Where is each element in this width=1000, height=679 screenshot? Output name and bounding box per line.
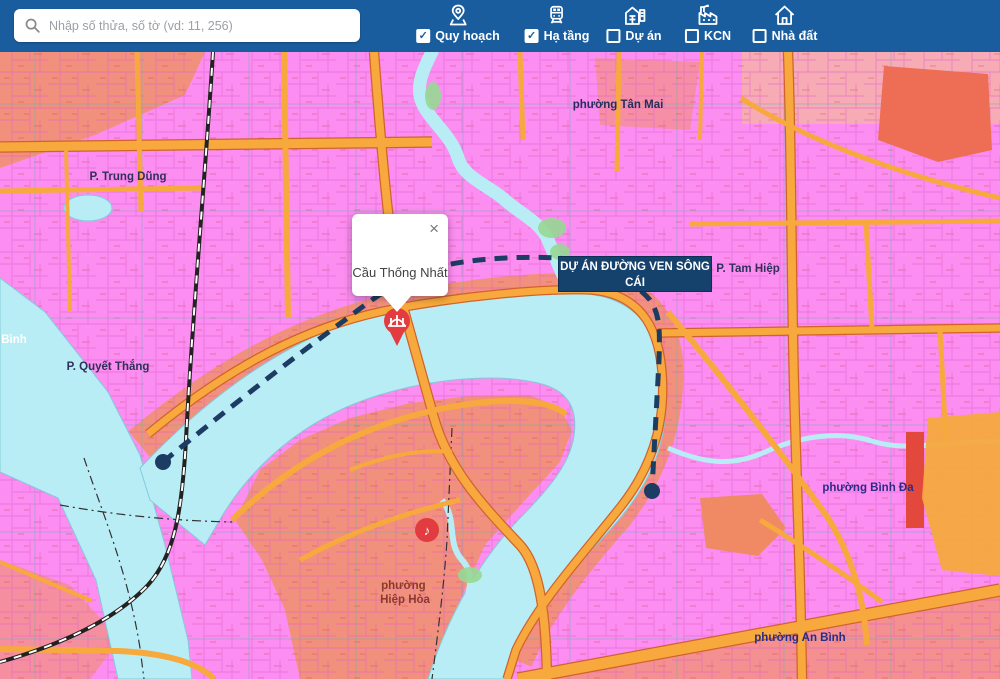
ward-label-binh-partial: Bình: [1, 334, 27, 346]
project-label[interactable]: DỰ ÁN ĐƯỜNG VEN SÔNG CÁI: [558, 256, 712, 292]
train-icon: [546, 3, 568, 27]
music-note-icon: ♪: [424, 523, 431, 538]
pond: [64, 195, 112, 221]
nha-dat-checkbox[interactable]: [753, 29, 767, 43]
toolbar-item-nha-dat[interactable]: Nhà đất: [753, 3, 818, 43]
quy-hoach-label: Quy hoạch: [435, 29, 500, 43]
top-toolbar: ✓ Quy hoạch ✓ Hạ tầng: [0, 0, 1000, 52]
kcn-label: KCN: [704, 29, 731, 43]
planning-pin-icon: [446, 3, 470, 27]
route-endpoint-dot-east[interactable]: [644, 483, 660, 499]
toolbar-item-ha-tang[interactable]: ✓ Hạ tầng: [525, 3, 590, 43]
ha-tang-label: Hạ tầng: [544, 29, 590, 43]
ward-label-quyet-thang: P. Quyết Thắng: [67, 360, 150, 373]
toolbar-item-kcn[interactable]: KCN: [685, 3, 731, 43]
toolbar-item-quy-hoach[interactable]: ✓ Quy hoạch: [416, 3, 500, 43]
project-label-line2: CÁI: [559, 275, 711, 291]
kcn-checkbox[interactable]: [685, 29, 699, 43]
popup-title: Cầu Thống Nhất: [352, 265, 448, 280]
ward-label-tam-hiep: P. Tam Hiệp: [716, 263, 780, 275]
house-icon: [773, 3, 797, 27]
poi-marker[interactable]: ♪: [415, 518, 439, 542]
map-canvas[interactable]: P. Trung Dũng phường Tân Mai P. Tam Hiệp…: [0, 0, 1000, 679]
map-planning-app: P. Trung Dũng phường Tân Mai P. Tam Hiệp…: [0, 0, 1000, 679]
map-popup: × Cầu Thống Nhất: [352, 214, 448, 296]
du-an-checkbox[interactable]: [606, 29, 620, 43]
ha-tang-checkbox[interactable]: ✓: [525, 29, 539, 43]
project-label-line1: DỰ ÁN ĐƯỜNG VEN SÔNG: [559, 259, 711, 275]
search-icon: [24, 17, 41, 34]
search-input[interactable]: [49, 19, 350, 33]
ward-label-an-binh: phường An Bình: [754, 632, 845, 644]
du-an-label: Dự án: [625, 29, 661, 43]
ward-label-trung-dung: P. Trung Dũng: [89, 171, 166, 183]
route-endpoint-dot-west[interactable]: [155, 454, 171, 470]
parcel-search[interactable]: [14, 9, 360, 42]
toolbar-item-du-an[interactable]: Dự án: [606, 3, 661, 43]
quy-hoach-checkbox[interactable]: ✓: [416, 29, 430, 43]
ward-label-tan-mai: phường Tân Mai: [573, 99, 664, 111]
close-icon[interactable]: ×: [429, 220, 439, 237]
ward-label-binh-da: phường Bình Đa: [822, 482, 914, 494]
nha-dat-label: Nhà đất: [772, 29, 818, 43]
factory-icon: [696, 3, 720, 27]
project-building-icon: [622, 3, 646, 27]
